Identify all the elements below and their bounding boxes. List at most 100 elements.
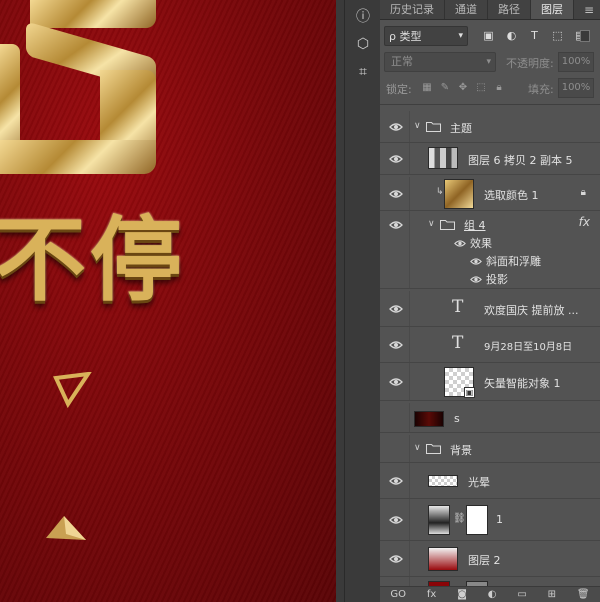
layer-thumbnail xyxy=(428,505,450,535)
layer-row[interactable]: 图层 6 拷贝 2 副本 5 xyxy=(380,143,600,175)
filter-kind-label: ρ 类型 xyxy=(389,30,422,43)
info-icon[interactable]: ⓘ xyxy=(345,2,381,30)
chevron-down-icon[interactable]: ∨ xyxy=(414,121,421,131)
folder-icon xyxy=(426,444,441,454)
layer-name: 组 4 xyxy=(464,219,486,232)
tab-history[interactable]: 历史记录 xyxy=(380,0,445,19)
fx-icon[interactable]: fx xyxy=(579,215,590,229)
panel-menu-icon[interactable]: ≡ xyxy=(578,0,600,19)
eye-icon[interactable] xyxy=(388,376,404,388)
lock-icons: ▦ ✎ ✥ ⬚ 🔒︎ xyxy=(420,79,506,95)
layer-row[interactable]: ∨ 背景 xyxy=(380,435,600,463)
eye-icon[interactable] xyxy=(388,553,404,565)
eye-icon[interactable] xyxy=(388,514,404,526)
layer-row[interactable]: ↳ 选取颜色 1 🔒︎ xyxy=(380,177,600,211)
layer-thumbnail xyxy=(444,179,474,209)
lock-all-icon[interactable]: 🔒︎ xyxy=(492,79,506,95)
gold-letter-shape xyxy=(0,140,156,174)
filter-icons: ▣ ◐ T ⬚ ▤ xyxy=(480,26,589,44)
opacity-input[interactable]: 100% xyxy=(558,52,594,72)
fill-input[interactable]: 100% xyxy=(558,78,594,98)
layer-name: 矢量智能对象 1 xyxy=(484,377,561,390)
opacity-label: 不透明度: xyxy=(506,57,554,70)
layer-list: ∨ 主题 图层 6 拷贝 2 副本 5 ↳ 选取颜色 1 🔒︎ ∨ 组 4 fx… xyxy=(380,104,600,586)
layers-panel: 历史记录 通道 路径 图层 ≡ ρ 类型 ▾ ▣ ◐ T ⬚ ▤ 正常 ▾ 不透… xyxy=(380,0,600,602)
layer-thumbnail xyxy=(428,547,458,571)
layer-thumbnail: ▣ xyxy=(444,367,475,398)
layer-row[interactable]: T 欢度国庆 提前放 ... xyxy=(380,291,600,327)
eye-icon[interactable] xyxy=(468,255,484,267)
eye-icon[interactable] xyxy=(388,188,404,200)
layer-name: 主题 xyxy=(450,122,472,135)
layer-name: 背景 xyxy=(450,444,472,457)
visibility-column xyxy=(380,435,410,462)
chevron-down-icon[interactable]: ∨ xyxy=(414,443,421,453)
layer-name: s xyxy=(454,412,460,425)
layer-row[interactable]: ∨ 主题 xyxy=(380,111,600,143)
document-canvas[interactable]: 不停 xyxy=(0,0,344,602)
panel-tool-strip: ⓘ ⬡ ⌗ xyxy=(344,0,380,602)
layer-name: 欢度国庆 提前放 ... xyxy=(484,304,579,317)
eye-icon[interactable] xyxy=(388,153,404,165)
layer-name: 1 xyxy=(496,513,503,526)
new-group-button[interactable]: ▭ xyxy=(517,589,526,600)
3d-cube-icon[interactable]: ⬡ xyxy=(345,30,381,58)
layer-thumbnail xyxy=(428,475,458,487)
layer-row[interactable]: s xyxy=(380,403,600,433)
filter-shape-icon[interactable]: ⬚ xyxy=(549,26,566,44)
panel-tabs: 历史记录 通道 路径 图层 ≡ xyxy=(380,0,600,20)
filter-toggle[interactable] xyxy=(580,30,590,42)
layer-row[interactable]: T 9月28日至10月8日 xyxy=(380,327,600,363)
layer-thumbnail xyxy=(428,147,458,169)
lock-transparent-icon[interactable]: ▦ xyxy=(420,79,434,95)
layer-name: 图层 2 xyxy=(468,554,501,567)
crop-icon[interactable]: ⌗ xyxy=(345,58,381,86)
filter-text-icon[interactable]: T xyxy=(526,26,543,44)
tab-paths[interactable]: 路径 xyxy=(488,0,531,19)
lock-image-icon[interactable]: ✎ xyxy=(438,79,452,95)
tab-layers[interactable]: 图层 xyxy=(531,0,574,19)
layer-row[interactable] xyxy=(380,577,600,586)
adjustment-layer-button[interactable]: ◐ xyxy=(488,589,497,600)
eye-icon[interactable] xyxy=(388,475,404,487)
delete-layer-button[interactable]: 🗑︎ xyxy=(577,589,590,600)
link-chain-icon[interactable]: ⛓︎ xyxy=(453,513,466,524)
filter-pixel-icon[interactable]: ▣ xyxy=(480,26,497,44)
chevron-down-icon[interactable]: ∨ xyxy=(428,219,435,229)
canvas-headline-text: 不停 xyxy=(0,206,187,314)
fx-button[interactable]: fx xyxy=(427,589,436,600)
layer-row[interactable]: ⛓︎ 1 xyxy=(380,499,600,541)
eye-icon[interactable] xyxy=(468,273,484,285)
layer-row[interactable]: 图层 2 xyxy=(380,541,600,577)
layer-name: 选取颜色 1 xyxy=(484,189,539,202)
link-layers-button[interactable]: GO xyxy=(390,589,406,600)
eye-icon[interactable] xyxy=(388,303,404,315)
lock-artboard-icon[interactable]: ⬚ xyxy=(474,79,488,95)
layer-row[interactable]: ▣ 矢量智能对象 1 xyxy=(380,363,600,401)
filter-adjustment-icon[interactable]: ◐ xyxy=(503,26,520,44)
eye-icon[interactable] xyxy=(388,219,404,231)
eye-icon[interactable] xyxy=(388,339,404,351)
chevron-down-icon: ▾ xyxy=(458,31,463,41)
layers-bottom-bar: GO fx ◙ ◐ ▭ ⊞ 🗑︎ xyxy=(380,586,600,602)
triangle-solid-decoration xyxy=(46,516,86,540)
eye-icon[interactable] xyxy=(452,237,468,249)
layer-row[interactable]: ∨ 组 4 fx 效果 斜面和浮雕 投影 xyxy=(380,211,600,289)
add-mask-button[interactable]: ◙ xyxy=(457,589,467,600)
layer-mask-thumbnail[interactable] xyxy=(466,505,488,535)
tab-channels[interactable]: 通道 xyxy=(445,0,488,19)
layer-name: 图层 6 拷贝 2 副本 5 xyxy=(468,154,573,167)
layer-row[interactable]: 光晕 xyxy=(380,463,600,499)
blend-mode-select[interactable]: 正常 ▾ xyxy=(384,52,496,72)
lock-position-icon[interactable]: ✥ xyxy=(456,79,470,95)
effects-label: 效果 xyxy=(470,237,492,250)
chevron-down-icon: ▾ xyxy=(486,57,491,67)
folder-icon xyxy=(440,220,455,230)
eye-icon[interactable] xyxy=(388,121,404,133)
new-layer-button[interactable]: ⊞ xyxy=(548,589,556,600)
lock-label: 锁定: xyxy=(386,83,412,96)
gold-letter-shape xyxy=(30,0,156,28)
layer-filter-select[interactable]: ρ 类型 ▾ xyxy=(384,26,468,46)
effect-bevel-emboss: 斜面和浮雕 xyxy=(486,255,541,268)
fill-label: 填充: xyxy=(528,83,554,96)
